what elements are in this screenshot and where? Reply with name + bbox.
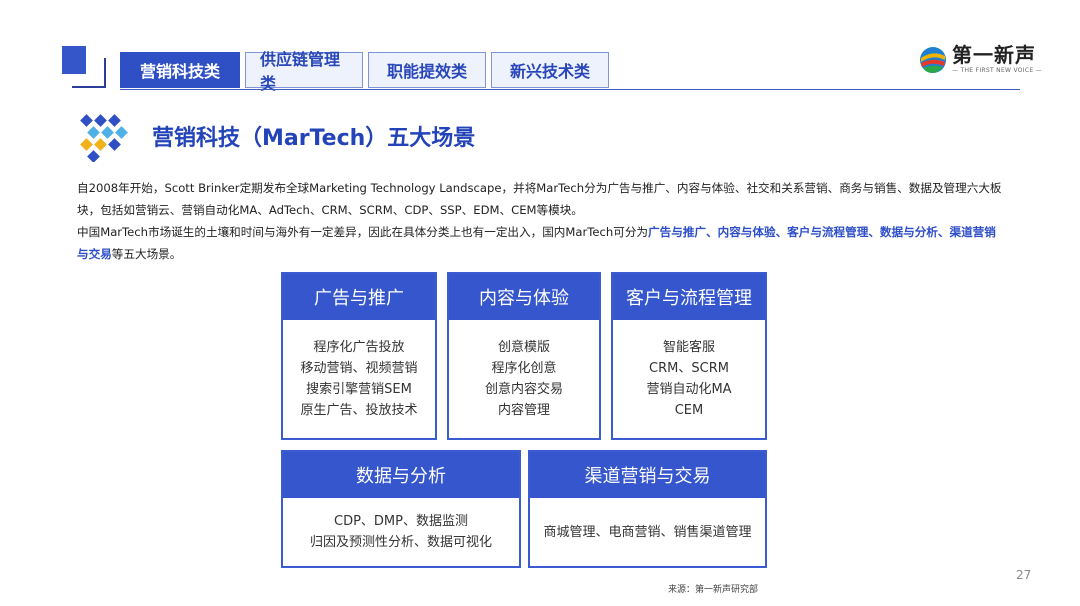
card-title: 广告与推广 — [283, 274, 435, 320]
card-item: 创意模版 — [497, 340, 550, 355]
intro-text: 自2008年开始，Scott Brinker定期发布全球Marketing Te… — [77, 177, 1007, 265]
intro-p2-suffix: 等五大场景。 — [111, 247, 182, 261]
card-item: 内容管理 — [497, 403, 550, 418]
card-item: 程序化广告投放 — [313, 340, 405, 355]
card-item: 原生广告、投放技术 — [300, 403, 418, 418]
tab-underline — [120, 89, 1020, 90]
card-title: 内容与体验 — [449, 274, 599, 320]
card-item: CDP、DMP、数据监测 — [334, 514, 468, 529]
scene-card-customer: 客户与流程管理 智能客服 CRM、SCRM 营销自动化MA CEM — [611, 272, 767, 440]
card-body: 商城管理、电商营销、销售渠道管理 — [530, 498, 765, 566]
source-note: 来源：第一新声研究部 — [668, 585, 759, 595]
card-item: 营销自动化MA — [646, 382, 732, 397]
intro-paragraph-2: 中国MarTech市场诞生的土壤和时间与海外有一定差异，因此在具体分类上也有一定… — [77, 221, 1007, 265]
card-item: 智能客服 — [662, 340, 715, 355]
card-item: CRM、SCRM — [649, 361, 729, 376]
scene-card-ads: 广告与推广 程序化广告投放 移动营销、视频营销 搜索引擎营销SEM 原生广告、投… — [281, 272, 437, 440]
corner-decoration — [62, 46, 106, 90]
scene-card-content: 内容与体验 创意模版 程序化创意 创意内容交易 内容管理 — [447, 272, 601, 440]
brand-logo-icon — [920, 46, 946, 73]
card-item: 移动营销、视频营销 — [300, 361, 418, 376]
card-body: 创意模版 程序化创意 创意内容交易 内容管理 — [449, 320, 599, 438]
card-title: 数据与分析 — [283, 452, 519, 498]
page-title: 营销科技（MarTech）五大场景 — [152, 126, 476, 151]
diamond-dots-icon — [80, 114, 128, 162]
card-title: 渠道营销与交易 — [530, 452, 765, 498]
card-item: 程序化创意 — [491, 361, 557, 376]
brand-name: 第一新声 — [952, 43, 1036, 67]
scene-card-channel: 渠道营销与交易 商城管理、电商营销、销售渠道管理 — [528, 450, 767, 568]
brand-subtitle: — THE FIRST NEW VOICE — — [952, 67, 1042, 74]
card-item: 商城管理、电商营销、销售渠道管理 — [543, 524, 752, 540]
card-body: 智能客服 CRM、SCRM 营销自动化MA CEM — [613, 320, 765, 438]
tab-emerging-tech[interactable]: 新兴技术类 — [491, 52, 609, 88]
card-item: 归因及预测性分析、数据可视化 — [309, 535, 492, 550]
category-tabs: 营销科技类 供应链管理类 职能提效类 新兴技术类 — [120, 50, 609, 93]
tab-efficiency[interactable]: 职能提效类 — [368, 52, 486, 88]
intro-paragraph-1: 自2008年开始，Scott Brinker定期发布全球Marketing Te… — [77, 181, 1002, 217]
card-body: 程序化广告投放 移动营销、视频营销 搜索引擎营销SEM 原生广告、投放技术 — [283, 320, 435, 438]
tab-supply-chain[interactable]: 供应链管理类 — [245, 50, 363, 93]
card-item: CEM — [674, 403, 704, 418]
brand: 第一新声 — THE FIRST NEW VOICE — — [918, 44, 1042, 75]
scene-card-data: 数据与分析 CDP、DMP、数据监测 归因及预测性分析、数据可视化 — [281, 450, 521, 568]
page-number: 27 — [1016, 568, 1032, 582]
card-item: 搜索引擎营销SEM — [306, 382, 412, 397]
intro-p2-prefix: 中国MarTech市场诞生的土壤和时间与海外有一定差异，因此在具体分类上也有一定… — [77, 225, 649, 239]
section-heading: 营销科技（MarTech）五大场景 — [76, 110, 475, 162]
card-item: 创意内容交易 — [484, 382, 563, 397]
card-title: 客户与流程管理 — [613, 274, 765, 320]
tab-marketing-tech[interactable]: 营销科技类 — [120, 52, 240, 88]
card-body: CDP、DMP、数据监测 归因及预测性分析、数据可视化 — [283, 498, 519, 566]
